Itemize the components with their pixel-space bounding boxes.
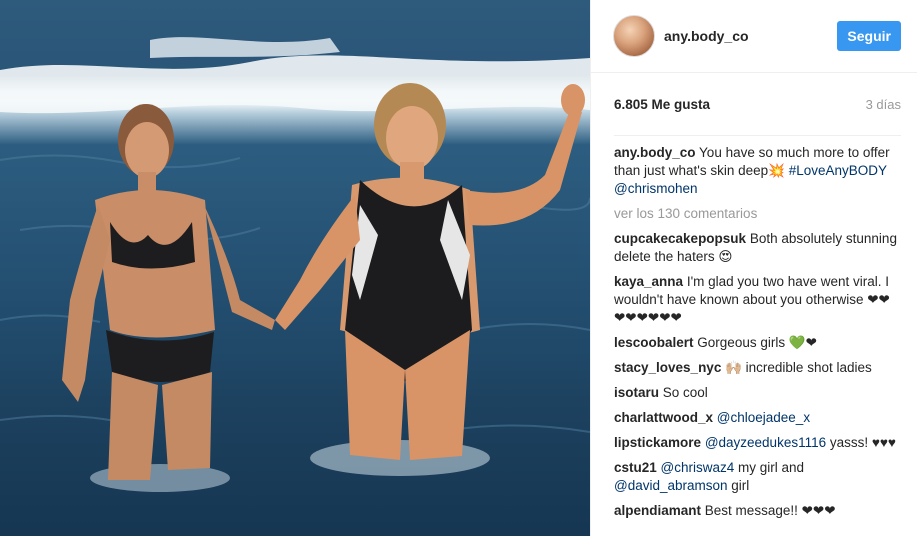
comment-username[interactable]: charlattwood_x [614,410,713,425]
view-all-comments-link[interactable]: ver los 130 comentarios [614,205,901,223]
likes-count[interactable]: 6.805 Me gusta [614,97,710,112]
comment-item: isotaru So cool [614,384,901,402]
comment-text: yasss! ♥♥♥ [829,435,896,450]
view-all-comments-row: ver los 130 comentarios [614,205,901,223]
comment-text: So cool [662,385,708,400]
comment-item: lipstickamore @dayzeedukes1116 yasss! ♥♥… [614,434,901,452]
post-body: 6.805 Me gusta 3 días any.body_co You ha… [591,73,917,520]
post-header: any.body_co Seguir [591,0,917,73]
comment-username[interactable]: cupcakecakepopsuk [614,231,746,246]
post-sidebar: any.body_co Seguir 6.805 Me gusta 3 días… [590,0,917,536]
follow-button[interactable]: Seguir [837,21,901,51]
beach-photo-illustration [0,37,590,492]
comment-item: charlattwood_x @chloejadee_x [614,409,901,427]
comment-username[interactable]: lipstickamore [614,435,701,450]
caption-username[interactable]: any.body_co [614,145,696,160]
collision-emoji: 💥 [768,163,785,178]
comment-item: cupcakecakepopsuk Both absolutely stunni… [614,230,901,266]
comment-username[interactable]: cstu21 [614,460,657,475]
comment-item: kaya_anna I'm glad you two have went vir… [614,273,901,327]
comment-mention[interactable]: @david_abramson [614,478,728,493]
avatar[interactable] [613,15,655,57]
comment-username[interactable]: alpendiamant [614,503,701,518]
comment-item: lescoobalert Gorgeous girls 💚❤ [614,334,901,352]
comment-text: 🙌🏼 incredible shot ladies [725,360,872,375]
comment-text: Best message!! ❤❤❤ [704,503,836,518]
post-photo[interactable] [0,0,590,536]
instagram-post: any.body_co Seguir 6.805 Me gusta 3 días… [0,0,917,536]
likes-row: 6.805 Me gusta 3 días [614,73,901,136]
comment-list: any.body_co You have so much more to off… [614,136,901,520]
comment-username[interactable]: stacy_loves_nyc [614,360,721,375]
comment-username[interactable]: kaya_anna [614,274,683,289]
right-person [275,83,585,460]
comment-mention[interactable]: @chriswaz4 [661,460,735,475]
comment-mention[interactable]: @dayzeedukes1116 [705,435,826,450]
wave-crest [150,37,340,58]
comment-item: cstu21 @chriswaz4 my girl and @david_abr… [614,459,901,495]
caption-hashtag[interactable]: #LoveAnyBODY [789,163,887,178]
caption-mention[interactable]: @chrismohen [614,181,698,196]
comment-item: stacy_loves_nyc 🙌🏼 incredible shot ladie… [614,359,901,377]
caption: any.body_co You have so much more to off… [614,144,901,198]
comment-mention[interactable]: @chloejadee_x [717,410,810,425]
comment-text: my girl and [738,460,805,475]
left-person [62,104,275,480]
comment-item: alpendiamant Best message!! ❤❤❤ [614,502,901,520]
comment-username[interactable]: lescoobalert [614,335,694,350]
post-time[interactable]: 3 días [866,97,901,112]
comment-username[interactable]: isotaru [614,385,659,400]
username-link[interactable]: any.body_co [664,28,837,44]
surf-foam [0,55,590,114]
comment-text: Gorgeous girls 💚❤ [697,335,817,350]
comment-text: girl [731,478,750,493]
